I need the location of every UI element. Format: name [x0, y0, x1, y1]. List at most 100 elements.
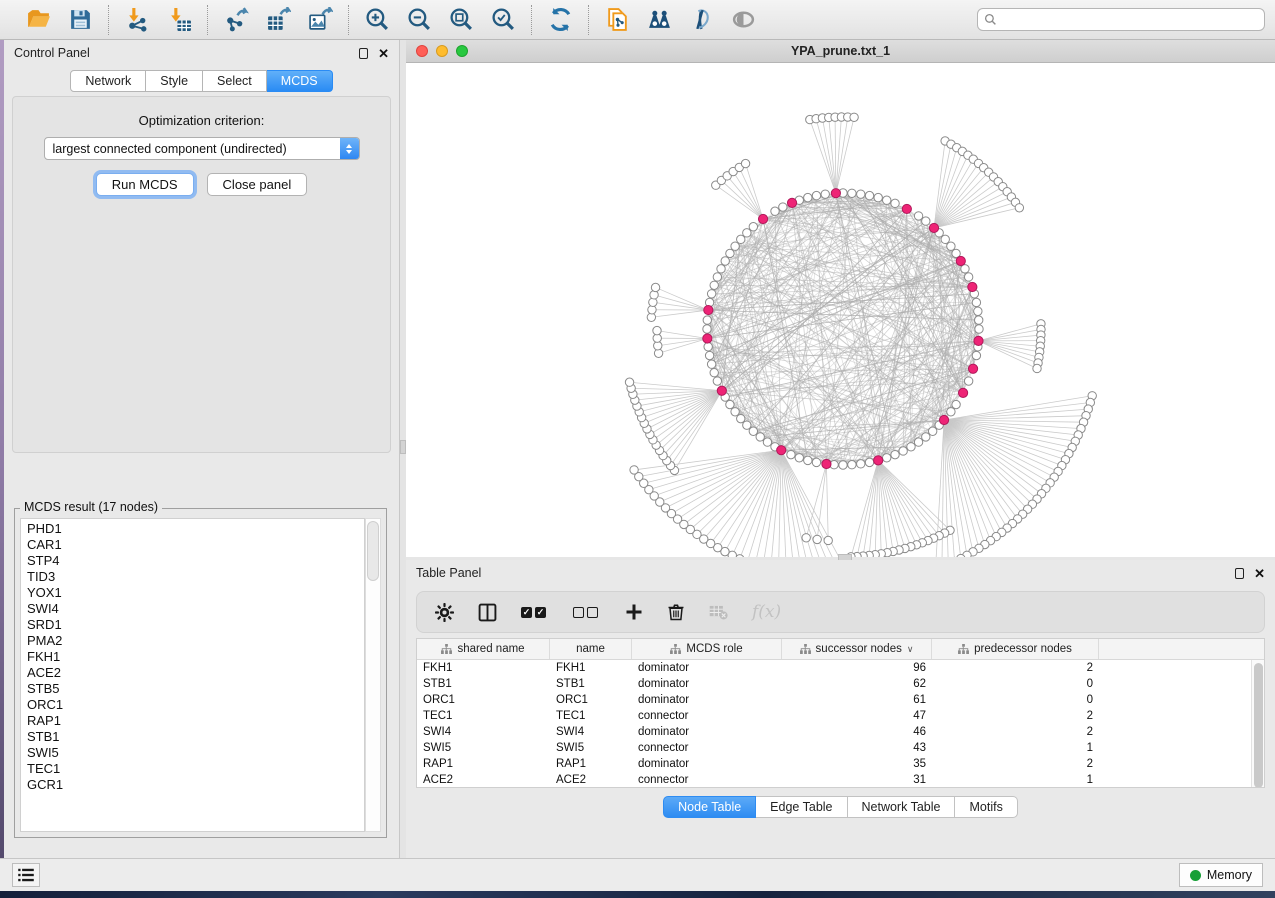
zoom-out-icon[interactable]	[405, 6, 433, 34]
network-node[interactable]	[1033, 364, 1041, 372]
clone-network-icon[interactable]	[603, 6, 631, 34]
tab-mcds[interactable]: MCDS	[267, 70, 333, 92]
network-graph[interactable]	[406, 63, 1275, 557]
network-node[interactable]	[883, 454, 891, 462]
search-field[interactable]	[977, 8, 1265, 31]
mcds-result-item[interactable]: FKH1	[27, 649, 364, 665]
mcds-result-item[interactable]: RAP1	[27, 713, 364, 729]
save-session-icon[interactable]	[66, 6, 94, 34]
dominator-node[interactable]	[874, 456, 883, 465]
mcds-result-item[interactable]: SWI5	[27, 745, 364, 761]
network-node[interactable]	[883, 196, 891, 204]
column-header-name[interactable]: name	[550, 639, 632, 659]
scrollbar-thumb[interactable]	[367, 521, 379, 581]
close-table-panel-icon[interactable]: ✕	[1254, 568, 1265, 579]
table-row[interactable]: ACE2ACE2connector311	[417, 772, 1264, 788]
network-node[interactable]	[741, 159, 749, 167]
run-mcds-button[interactable]: Run MCDS	[96, 173, 194, 196]
table-row[interactable]: FKH1FKH1dominator962	[417, 660, 1264, 676]
network-node[interactable]	[857, 460, 865, 468]
network-node[interactable]	[813, 535, 821, 543]
network-node[interactable]	[802, 534, 810, 542]
task-history-button[interactable]	[12, 863, 40, 887]
network-node[interactable]	[964, 377, 972, 385]
column-header-successor-nodes[interactable]: successor nodes∨	[782, 639, 932, 659]
mcds-result-item[interactable]: SWI4	[27, 601, 364, 617]
network-node[interactable]	[707, 290, 715, 298]
network-node[interactable]	[824, 536, 832, 544]
network-node[interactable]	[821, 190, 829, 198]
zoom-fit-icon[interactable]	[447, 6, 475, 34]
network-node[interactable]	[907, 443, 915, 451]
dominator-node[interactable]	[968, 282, 977, 291]
network-node[interactable]	[891, 199, 899, 207]
table-row[interactable]: TEC1TEC1connector472	[417, 708, 1264, 724]
dominator-node[interactable]	[704, 305, 713, 314]
tab-network[interactable]: Network	[70, 70, 146, 92]
network-node[interactable]	[848, 189, 856, 197]
float-panel-icon[interactable]	[359, 48, 368, 59]
table-scrollbar[interactable]	[1251, 660, 1264, 787]
search-input[interactable]	[997, 13, 1258, 27]
dominator-node[interactable]	[929, 223, 938, 232]
float-table-panel-icon[interactable]	[1235, 568, 1244, 579]
network-node[interactable]	[756, 433, 764, 441]
network-node[interactable]	[726, 249, 734, 257]
close-panel-icon[interactable]: ✕	[378, 48, 389, 59]
network-node[interactable]	[795, 454, 803, 462]
mcds-result-item[interactable]: ACE2	[27, 665, 364, 681]
network-node[interactable]	[779, 203, 787, 211]
table-options-gear-icon[interactable]	[435, 603, 454, 622]
network-node[interactable]	[874, 193, 882, 201]
unselect-all-columns-icon[interactable]	[573, 607, 601, 618]
network-node[interactable]	[865, 191, 873, 199]
zoom-in-icon[interactable]	[363, 6, 391, 34]
zoom-selected-icon[interactable]	[489, 6, 517, 34]
network-node[interactable]	[975, 325, 983, 333]
select-all-columns-icon[interactable]: ✓✓	[521, 607, 549, 618]
export-network-icon[interactable]	[222, 6, 250, 34]
delete-table-icon[interactable]	[709, 605, 728, 620]
network-node[interactable]	[731, 242, 739, 250]
network-node[interactable]	[763, 438, 771, 446]
network-node[interactable]	[703, 316, 711, 324]
mcds-result-item[interactable]: STB5	[27, 681, 364, 697]
mcds-result-item[interactable]: PMA2	[27, 633, 364, 649]
network-node[interactable]	[721, 257, 729, 265]
network-window-titlebar[interactable]: YPA_prune.txt_1	[406, 40, 1275, 63]
function-builder-icon[interactable]: f(x)	[752, 602, 781, 622]
search-network-icon[interactable]	[645, 6, 673, 34]
dominator-node[interactable]	[787, 198, 796, 207]
network-node[interactable]	[707, 360, 715, 368]
network-node[interactable]	[705, 351, 713, 359]
network-node[interactable]	[899, 447, 907, 455]
open-session-icon[interactable]	[24, 6, 52, 34]
mcds-result-item[interactable]: GCR1	[27, 777, 364, 793]
network-node[interactable]	[710, 369, 718, 377]
network-node[interactable]	[713, 273, 721, 281]
dominator-node[interactable]	[968, 364, 977, 373]
network-node[interactable]	[839, 461, 847, 469]
mcds-result-item[interactable]: TEC1	[27, 761, 364, 777]
refresh-icon[interactable]	[546, 6, 574, 34]
network-node[interactable]	[651, 283, 659, 291]
network-node[interactable]	[625, 378, 633, 386]
export-image-icon[interactable]	[306, 6, 334, 34]
show-hide-icon[interactable]	[729, 6, 757, 34]
mcds-list-scrollbar[interactable]	[365, 518, 381, 832]
network-node[interactable]	[710, 281, 718, 289]
dominator-node[interactable]	[822, 459, 831, 468]
network-node[interactable]	[743, 421, 751, 429]
dominator-node[interactable]	[974, 336, 983, 345]
tab-motifs[interactable]: Motifs	[955, 796, 1017, 818]
dominator-node[interactable]	[758, 214, 767, 223]
tab-style[interactable]: Style	[146, 70, 203, 92]
network-node[interactable]	[804, 193, 812, 201]
network-node[interactable]	[928, 427, 936, 435]
network-node[interactable]	[787, 450, 795, 458]
tab-node-table[interactable]: Node Table	[663, 796, 756, 818]
mcds-result-item[interactable]: PHD1	[27, 521, 364, 537]
close-panel-button[interactable]: Close panel	[207, 173, 308, 196]
mcds-result-item[interactable]: STP4	[27, 553, 364, 569]
network-node[interactable]	[771, 207, 779, 215]
